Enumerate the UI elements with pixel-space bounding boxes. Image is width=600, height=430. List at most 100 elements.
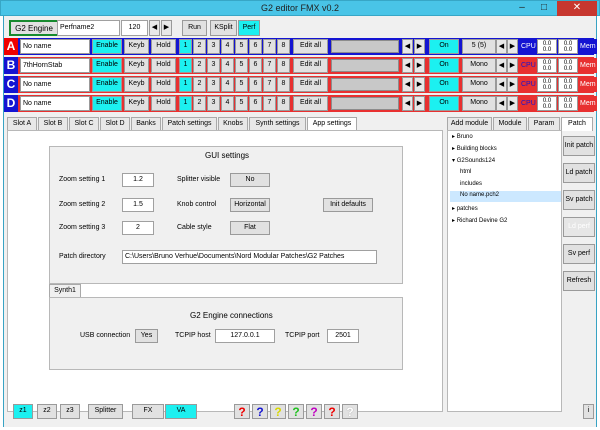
volume-down-icon[interactable]: ◀ [402, 96, 413, 111]
on-button[interactable]: On [429, 58, 459, 73]
tree-item-html[interactable]: html [460, 169, 471, 175]
var-button-5[interactable]: 5 [235, 77, 248, 92]
keyb-button[interactable]: Keyb [124, 39, 149, 54]
help-question-icon-purple[interactable]: ? [306, 404, 322, 419]
tab-slot-a[interactable]: Slot A [7, 117, 37, 130]
slot-name[interactable]: No name [20, 77, 90, 92]
var-button-5[interactable]: 5 [235, 96, 248, 111]
g2-engine-button[interactable]: G2 Engine [9, 20, 59, 36]
voices-up-icon[interactable]: ▶ [507, 96, 518, 111]
var-button-1[interactable]: 1 [179, 96, 192, 111]
zoom2-button[interactable]: z2 [37, 404, 57, 419]
tab-slot-d[interactable]: Slot D [100, 117, 130, 130]
zoom3-button[interactable]: z3 [60, 404, 80, 419]
var-button-7[interactable]: 7 [263, 58, 276, 73]
on-button[interactable]: On [429, 39, 459, 54]
knob-control-button[interactable]: Horizontal [230, 198, 270, 212]
slot-letter[interactable]: D [4, 95, 18, 112]
hold-button[interactable]: Hold [151, 77, 176, 92]
help-question-icon-red-2[interactable]: ? [324, 404, 340, 419]
var-button-6[interactable]: 6 [249, 39, 262, 54]
var-button-4[interactable]: 4 [221, 58, 234, 73]
voices-button[interactable]: 5 (5) [462, 39, 496, 54]
var-button-3[interactable]: 3 [207, 58, 220, 73]
keyb-button[interactable]: Keyb [124, 77, 149, 92]
save-perf-button[interactable]: Sv perf [563, 244, 595, 264]
on-button[interactable]: On [429, 77, 459, 92]
mode-button[interactable]: Mono [462, 58, 496, 73]
maximize-button[interactable]: □ [533, 1, 555, 16]
var-button-2[interactable]: 2 [193, 58, 206, 73]
tab-app-settings[interactable]: App settings [307, 117, 357, 131]
volume-slider[interactable] [331, 97, 399, 110]
init-patch-button[interactable]: Init patch [563, 136, 595, 156]
load-perf-button[interactable]: Ld perf [563, 217, 595, 237]
voices-up-icon[interactable]: ▶ [507, 39, 518, 54]
tree-item-bruno[interactable]: ▸ Bruno [452, 133, 473, 140]
tab-slot-b[interactable]: Slot B [38, 117, 68, 130]
var-button-6[interactable]: 6 [249, 96, 262, 111]
hold-button[interactable]: Hold [151, 96, 176, 111]
var-button-4[interactable]: 4 [221, 77, 234, 92]
load-patch-button[interactable]: Ld patch [563, 163, 595, 183]
volume-slider[interactable] [331, 40, 399, 53]
tree-item-selected-patch[interactable]: No name.pch2 [450, 191, 561, 202]
var-button-8[interactable]: 8 [277, 77, 290, 92]
zoom1-button[interactable]: z1 [13, 404, 33, 419]
voices-up-icon[interactable]: ▶ [507, 58, 518, 73]
tree-item-g2sounds124[interactable]: ▾ G2Sounds124 [452, 157, 495, 164]
edit-all-button[interactable]: Edit all [293, 96, 328, 111]
var-button-1[interactable]: 1 [179, 39, 192, 54]
tree-item-patches[interactable]: ▸ patches [452, 205, 478, 212]
slot-letter[interactable]: C [4, 76, 18, 93]
keyb-button[interactable]: Keyb [124, 96, 149, 111]
tab-patch[interactable]: Patch [561, 117, 593, 131]
var-button-8[interactable]: 8 [277, 58, 290, 73]
var-button-6[interactable]: 6 [249, 58, 262, 73]
edit-all-button[interactable]: Edit all [293, 58, 328, 73]
slot-name[interactable]: No name [20, 96, 90, 111]
hold-button[interactable]: Hold [151, 58, 176, 73]
voices-down-icon[interactable]: ◀ [496, 96, 507, 111]
minimize-button[interactable]: – [511, 1, 533, 16]
var-button-7[interactable]: 7 [263, 77, 276, 92]
tree-item-building-blocks[interactable]: ▸ Building blocks [452, 145, 497, 152]
bpm-up-icon[interactable]: ▶ [161, 20, 172, 36]
voices-down-icon[interactable]: ◀ [496, 39, 507, 54]
mode-button[interactable]: Mono [462, 77, 496, 92]
close-button[interactable]: ✕ [557, 1, 597, 16]
tree-item-richard-devine[interactable]: ▸ Richard Devine G2 [452, 217, 507, 224]
tab-slot-c[interactable]: Slot C [69, 117, 99, 130]
zoom3-input[interactable]: 2 [122, 221, 154, 235]
slot-letter[interactable]: B [4, 57, 18, 74]
volume-down-icon[interactable]: ◀ [402, 58, 413, 73]
volume-slider[interactable] [331, 59, 399, 72]
tab-param[interactable]: Param [528, 117, 560, 130]
var-button-2[interactable]: 2 [193, 39, 206, 54]
help-question-icon-white[interactable]: ? [342, 404, 358, 419]
tab-knobs[interactable]: Knobs [218, 117, 248, 130]
slot-name[interactable]: 7thHornStab [20, 58, 90, 73]
var-button-5[interactable]: 5 [235, 58, 248, 73]
zoom2-input[interactable]: 1.5 [122, 198, 154, 212]
enable-button[interactable]: Enable [92, 39, 122, 54]
enable-button[interactable]: Enable [92, 96, 122, 111]
perf-name-field[interactable]: Perfname2 [57, 20, 120, 36]
cable-style-button[interactable]: Flat [230, 221, 270, 235]
voices-down-icon[interactable]: ◀ [496, 77, 507, 92]
var-button-3[interactable]: 3 [207, 77, 220, 92]
tab-patch-settings[interactable]: Patch settings [162, 117, 217, 130]
init-defaults-button[interactable]: Init defaults [323, 198, 373, 212]
on-button[interactable]: On [429, 96, 459, 111]
bpm-down-icon[interactable]: ◀ [149, 20, 160, 36]
tree-item-includes[interactable]: includes [460, 181, 482, 187]
splitter-button[interactable]: Splitter [88, 404, 123, 419]
refresh-button[interactable]: Refresh [563, 271, 595, 291]
volume-slider[interactable] [331, 78, 399, 91]
tab-synth1[interactable]: Synth1 [49, 284, 81, 298]
var-button-4[interactable]: 4 [221, 39, 234, 54]
info-button[interactable]: i [583, 404, 594, 419]
hold-button[interactable]: Hold [151, 39, 176, 54]
var-button-3[interactable]: 3 [207, 39, 220, 54]
var-button-2[interactable]: 2 [193, 77, 206, 92]
